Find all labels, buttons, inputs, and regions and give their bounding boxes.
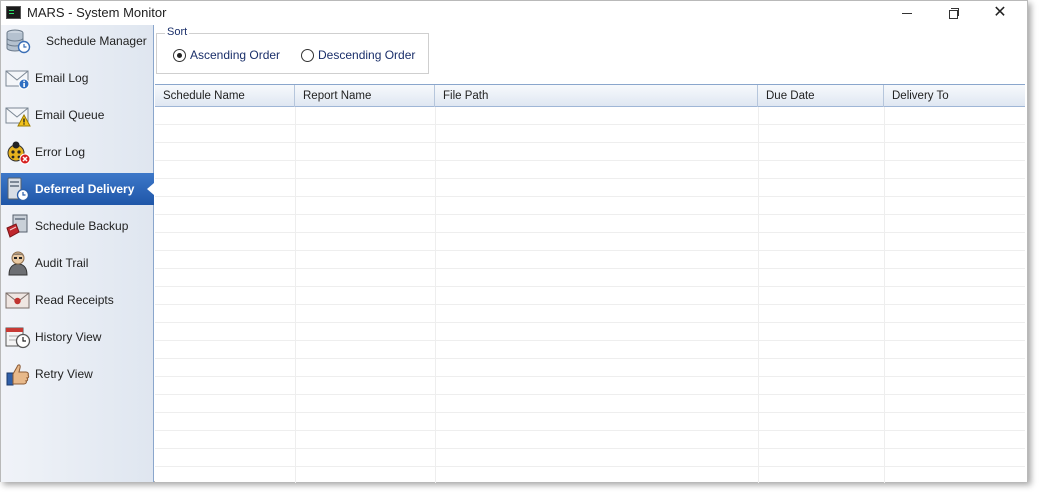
grid-column-divider	[295, 107, 296, 483]
empty-grid-row	[155, 323, 1025, 341]
grid-header: Schedule Name Report Name File Path Due …	[155, 85, 1025, 107]
envelope-warning-icon	[5, 102, 31, 128]
ladybug-error-icon	[5, 139, 31, 165]
sidebar-item-label: Audit Trail	[35, 256, 89, 270]
main-panel: Sort Ascending Order Descending Order Sc…	[155, 25, 1027, 483]
radio-unselected-icon	[301, 48, 314, 62]
envelope-info-icon	[5, 65, 31, 91]
sidebar-nav: Schedule Manager Email Log Email Queue E…	[1, 25, 154, 482]
sidebar-item-retry-view[interactable]: Retry View	[1, 358, 154, 390]
ascending-order-radio[interactable]: Ascending Order	[173, 48, 280, 62]
sidebar-item-read-receipts[interactable]: Read Receipts	[1, 284, 154, 316]
calendar-clock-icon	[5, 324, 31, 350]
empty-grid-row	[155, 431, 1025, 449]
radio-label: Ascending Order	[190, 48, 281, 62]
sidebar-item-label: Schedule Manager	[46, 34, 147, 48]
title-bar: MARS - System Monitor ✕	[1, 1, 1027, 25]
empty-grid-row	[155, 413, 1025, 431]
window-title: MARS - System Monitor	[27, 5, 167, 20]
grid-column-divider	[758, 107, 759, 483]
empty-grid-row	[155, 107, 1025, 125]
sort-legend: Sort	[165, 26, 190, 38]
sidebar-item-error-log[interactable]: Error Log	[1, 136, 154, 168]
sidebar-item-label: Email Queue	[35, 108, 105, 122]
empty-grid-row	[155, 359, 1025, 377]
sidebar-item-label: Retry View	[35, 367, 93, 381]
envelope-receipt-icon	[5, 287, 31, 313]
deferred-delivery-grid[interactable]: Schedule Name Report Name File Path Due …	[155, 84, 1025, 483]
column-header-due-date[interactable]: Due Date	[758, 85, 884, 107]
column-header-delivery-to[interactable]: Delivery To	[884, 85, 1025, 107]
close-button[interactable]: ✕	[977, 1, 1023, 25]
empty-grid-row	[155, 449, 1025, 467]
column-header-schedule-name[interactable]: Schedule Name	[155, 85, 295, 107]
sidebar-item-label: Error Log	[35, 145, 86, 159]
auditor-icon	[5, 250, 31, 276]
sidebar-item-email-queue[interactable]: Email Queue	[1, 99, 154, 131]
app-window: MARS - System Monitor ✕ Schedule Manager	[0, 0, 1028, 483]
sidebar-item-label: Read Receipts	[35, 293, 114, 307]
sidebar-item-deferred-delivery[interactable]: Deferred Delivery	[1, 173, 154, 205]
grid-column-divider	[435, 107, 436, 483]
thumbs-up-icon	[5, 361, 31, 387]
sidebar-item-schedule-manager[interactable]: Schedule Manager	[1, 25, 154, 57]
empty-grid-row	[155, 377, 1025, 395]
sidebar-item-audit-trail[interactable]: Audit Trail	[1, 247, 154, 279]
empty-grid-row	[155, 233, 1025, 251]
sidebar-item-label: History View	[35, 330, 102, 344]
sidebar-item-label: Deferred Delivery	[35, 182, 135, 196]
sidebar-item-history-view[interactable]: History View	[1, 321, 154, 353]
backup-box-icon	[5, 213, 31, 239]
radio-selected-icon	[173, 48, 186, 62]
restore-button[interactable]	[931, 1, 977, 25]
column-header-file-path[interactable]: File Path	[435, 85, 758, 107]
empty-grid-row	[155, 143, 1025, 161]
database-clock-icon	[5, 28, 31, 54]
server-clock-icon	[5, 176, 31, 202]
sidebar-item-schedule-backup[interactable]: Schedule Backup	[1, 210, 154, 242]
empty-grid-row	[155, 269, 1025, 287]
radio-label: Descending Order	[318, 48, 416, 62]
minimize-button[interactable]	[884, 1, 930, 25]
empty-grid-row	[155, 197, 1025, 215]
empty-grid-row	[155, 161, 1025, 179]
empty-grid-row	[155, 395, 1025, 413]
empty-grid-row	[155, 125, 1025, 143]
sort-groupbox: Sort Ascending Order Descending Order	[156, 26, 429, 74]
restore-icon	[949, 8, 959, 19]
descending-order-radio[interactable]: Descending Order	[301, 48, 415, 62]
empty-grid-row	[155, 251, 1025, 269]
grid-body	[155, 107, 1025, 483]
empty-grid-row	[155, 305, 1025, 323]
empty-grid-row	[155, 179, 1025, 197]
grid-column-divider	[884, 107, 885, 483]
empty-grid-row	[155, 341, 1025, 359]
monitor-app-icon	[6, 6, 21, 19]
sidebar-item-label: Schedule Backup	[35, 219, 129, 233]
close-icon: ✕	[993, 4, 1007, 21]
empty-grid-row	[155, 287, 1025, 305]
empty-grid-row	[155, 215, 1025, 233]
column-header-report-name[interactable]: Report Name	[295, 85, 435, 107]
sidebar-item-label: Email Log	[35, 71, 89, 85]
sidebar-item-email-log[interactable]: Email Log	[1, 62, 154, 94]
minimize-icon	[902, 12, 912, 14]
